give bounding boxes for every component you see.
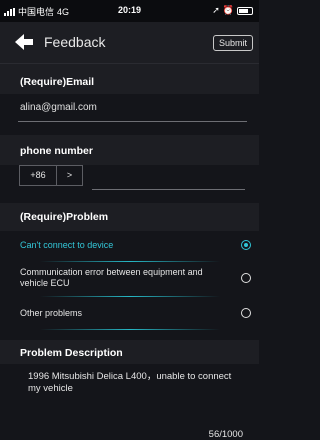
- email-field[interactable]: alina@gmail.com: [20, 102, 97, 113]
- description-textarea[interactable]: 1996 Mitsubishi Delica L400，unable to co…: [28, 371, 240, 395]
- radio-unselected-icon[interactable]: [241, 308, 251, 318]
- problem-option-other[interactable]: Other problems: [0, 297, 259, 327]
- header-bar: Feedback Submit: [0, 22, 259, 64]
- problem-option-cant-connect[interactable]: Can't connect to device: [0, 231, 259, 261]
- battery-icon: [237, 6, 253, 15]
- chevron-right-icon: >: [66, 170, 73, 180]
- phone-label: phone number: [20, 145, 93, 157]
- alarm-icon: ⏰: [222, 5, 234, 15]
- country-code-selector[interactable]: +86 >: [19, 165, 83, 186]
- problem-option-communication-error[interactable]: Communication error between equipment an…: [0, 262, 259, 295]
- option-label: Other problems: [20, 308, 83, 318]
- phone-number-field[interactable]: [92, 189, 245, 190]
- radio-selected-icon[interactable]: [241, 240, 251, 250]
- email-underline: [18, 121, 247, 122]
- page-title: Feedback: [44, 34, 106, 50]
- option-label: Can't connect to device: [20, 240, 114, 250]
- option-divider: [40, 329, 220, 330]
- country-code: +86: [20, 166, 57, 185]
- char-counter: 56/1000: [208, 429, 243, 440]
- status-right: ➚ ⏰: [212, 5, 253, 16]
- option-label: Communication error between equipment an…: [20, 267, 203, 288]
- status-bar: 中国电信 4G 20:19 ➚ ⏰: [0, 0, 259, 22]
- problem-label: (Require)Problem: [20, 211, 109, 223]
- radio-unselected-icon[interactable]: [241, 273, 251, 283]
- back-arrow-icon[interactable]: [13, 32, 35, 52]
- email-label: (Require)Email: [20, 76, 95, 88]
- submit-button[interactable]: Submit: [212, 35, 253, 51]
- description-label: Problem Description: [20, 347, 123, 359]
- location-icon: ➚: [212, 5, 220, 15]
